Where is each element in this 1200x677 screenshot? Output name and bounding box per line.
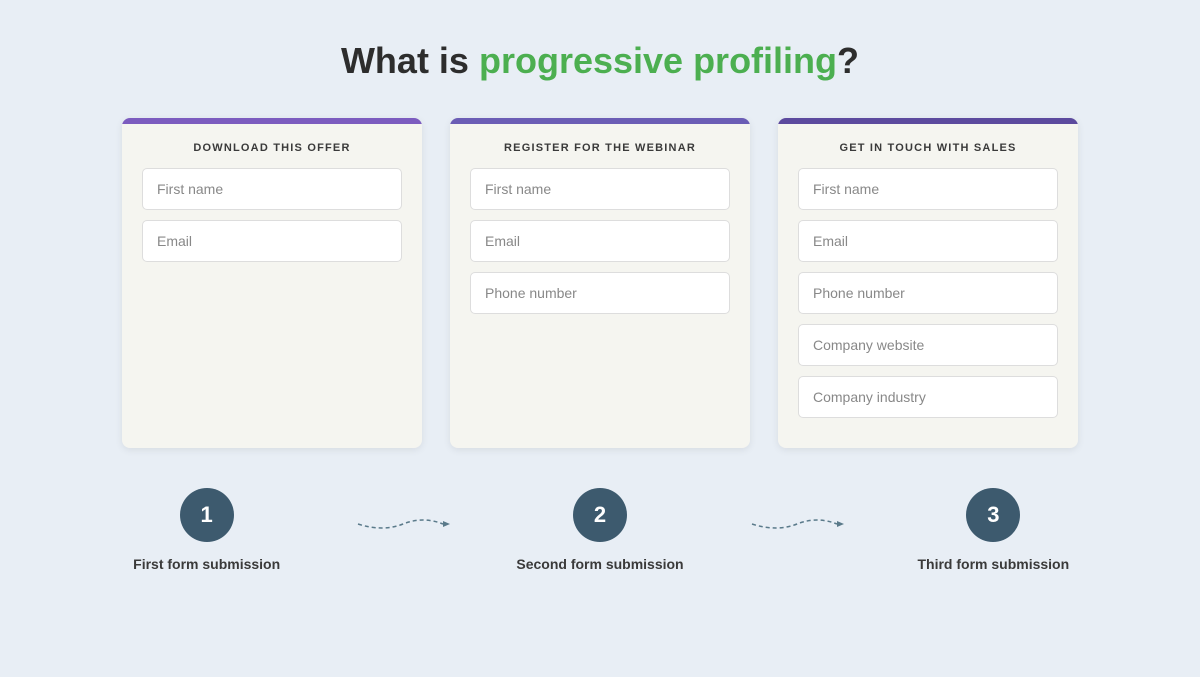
- step-item-3: 3 Third form submission: [847, 488, 1140, 572]
- form-field[interactable]: First name: [142, 168, 402, 210]
- step-item-1: 1 First form submission: [60, 488, 353, 572]
- form-field[interactable]: Email: [470, 220, 730, 262]
- step-label-1: First form submission: [133, 556, 280, 572]
- card-title: DOWNLOAD THIS OFFER: [122, 124, 422, 168]
- form-field[interactable]: Phone number: [798, 272, 1058, 314]
- step-circle-1: 1: [180, 488, 234, 542]
- card-fields: First name Email: [122, 168, 422, 292]
- cards-container: DOWNLOAD THIS OFFERFirst nameEmailREGIST…: [60, 118, 1140, 448]
- step-circle-2: 2: [573, 488, 627, 542]
- form-field[interactable]: Company website: [798, 324, 1058, 366]
- card-card-1: DOWNLOAD THIS OFFERFirst name Email: [122, 118, 422, 448]
- card-card-2: REGISTER FOR THE WEBINARFirst name Email P…: [450, 118, 750, 448]
- step-circle-3: 3: [966, 488, 1020, 542]
- steps-container: 1 First form submission 2 Second form subm…: [60, 488, 1140, 572]
- form-field[interactable]: Company industry: [798, 376, 1058, 418]
- step-label-2: Second form submission: [516, 556, 683, 572]
- form-field[interactable]: First name: [470, 168, 730, 210]
- card-fields: First name Email Phone number: [450, 168, 750, 344]
- form-field[interactable]: Phone number: [470, 272, 730, 314]
- card-fields: First name Email Phone number Company websi…: [778, 168, 1078, 448]
- step-connector-1: [353, 488, 453, 534]
- step-connector-2: [747, 488, 847, 534]
- card-title: REGISTER FOR THE WEBINAR: [450, 124, 750, 168]
- form-field[interactable]: First name: [798, 168, 1058, 210]
- form-field[interactable]: Email: [142, 220, 402, 262]
- page-title: What is progressive profiling?: [341, 40, 859, 82]
- step-item-2: 2 Second form submission: [453, 488, 746, 572]
- step-label-3: Third form submission: [917, 556, 1069, 572]
- form-field[interactable]: Email: [798, 220, 1058, 262]
- card-card-3: GET IN TOUCH WITH SALESFirst name Email Ph…: [778, 118, 1078, 448]
- card-title: GET IN TOUCH WITH SALES: [778, 124, 1078, 168]
